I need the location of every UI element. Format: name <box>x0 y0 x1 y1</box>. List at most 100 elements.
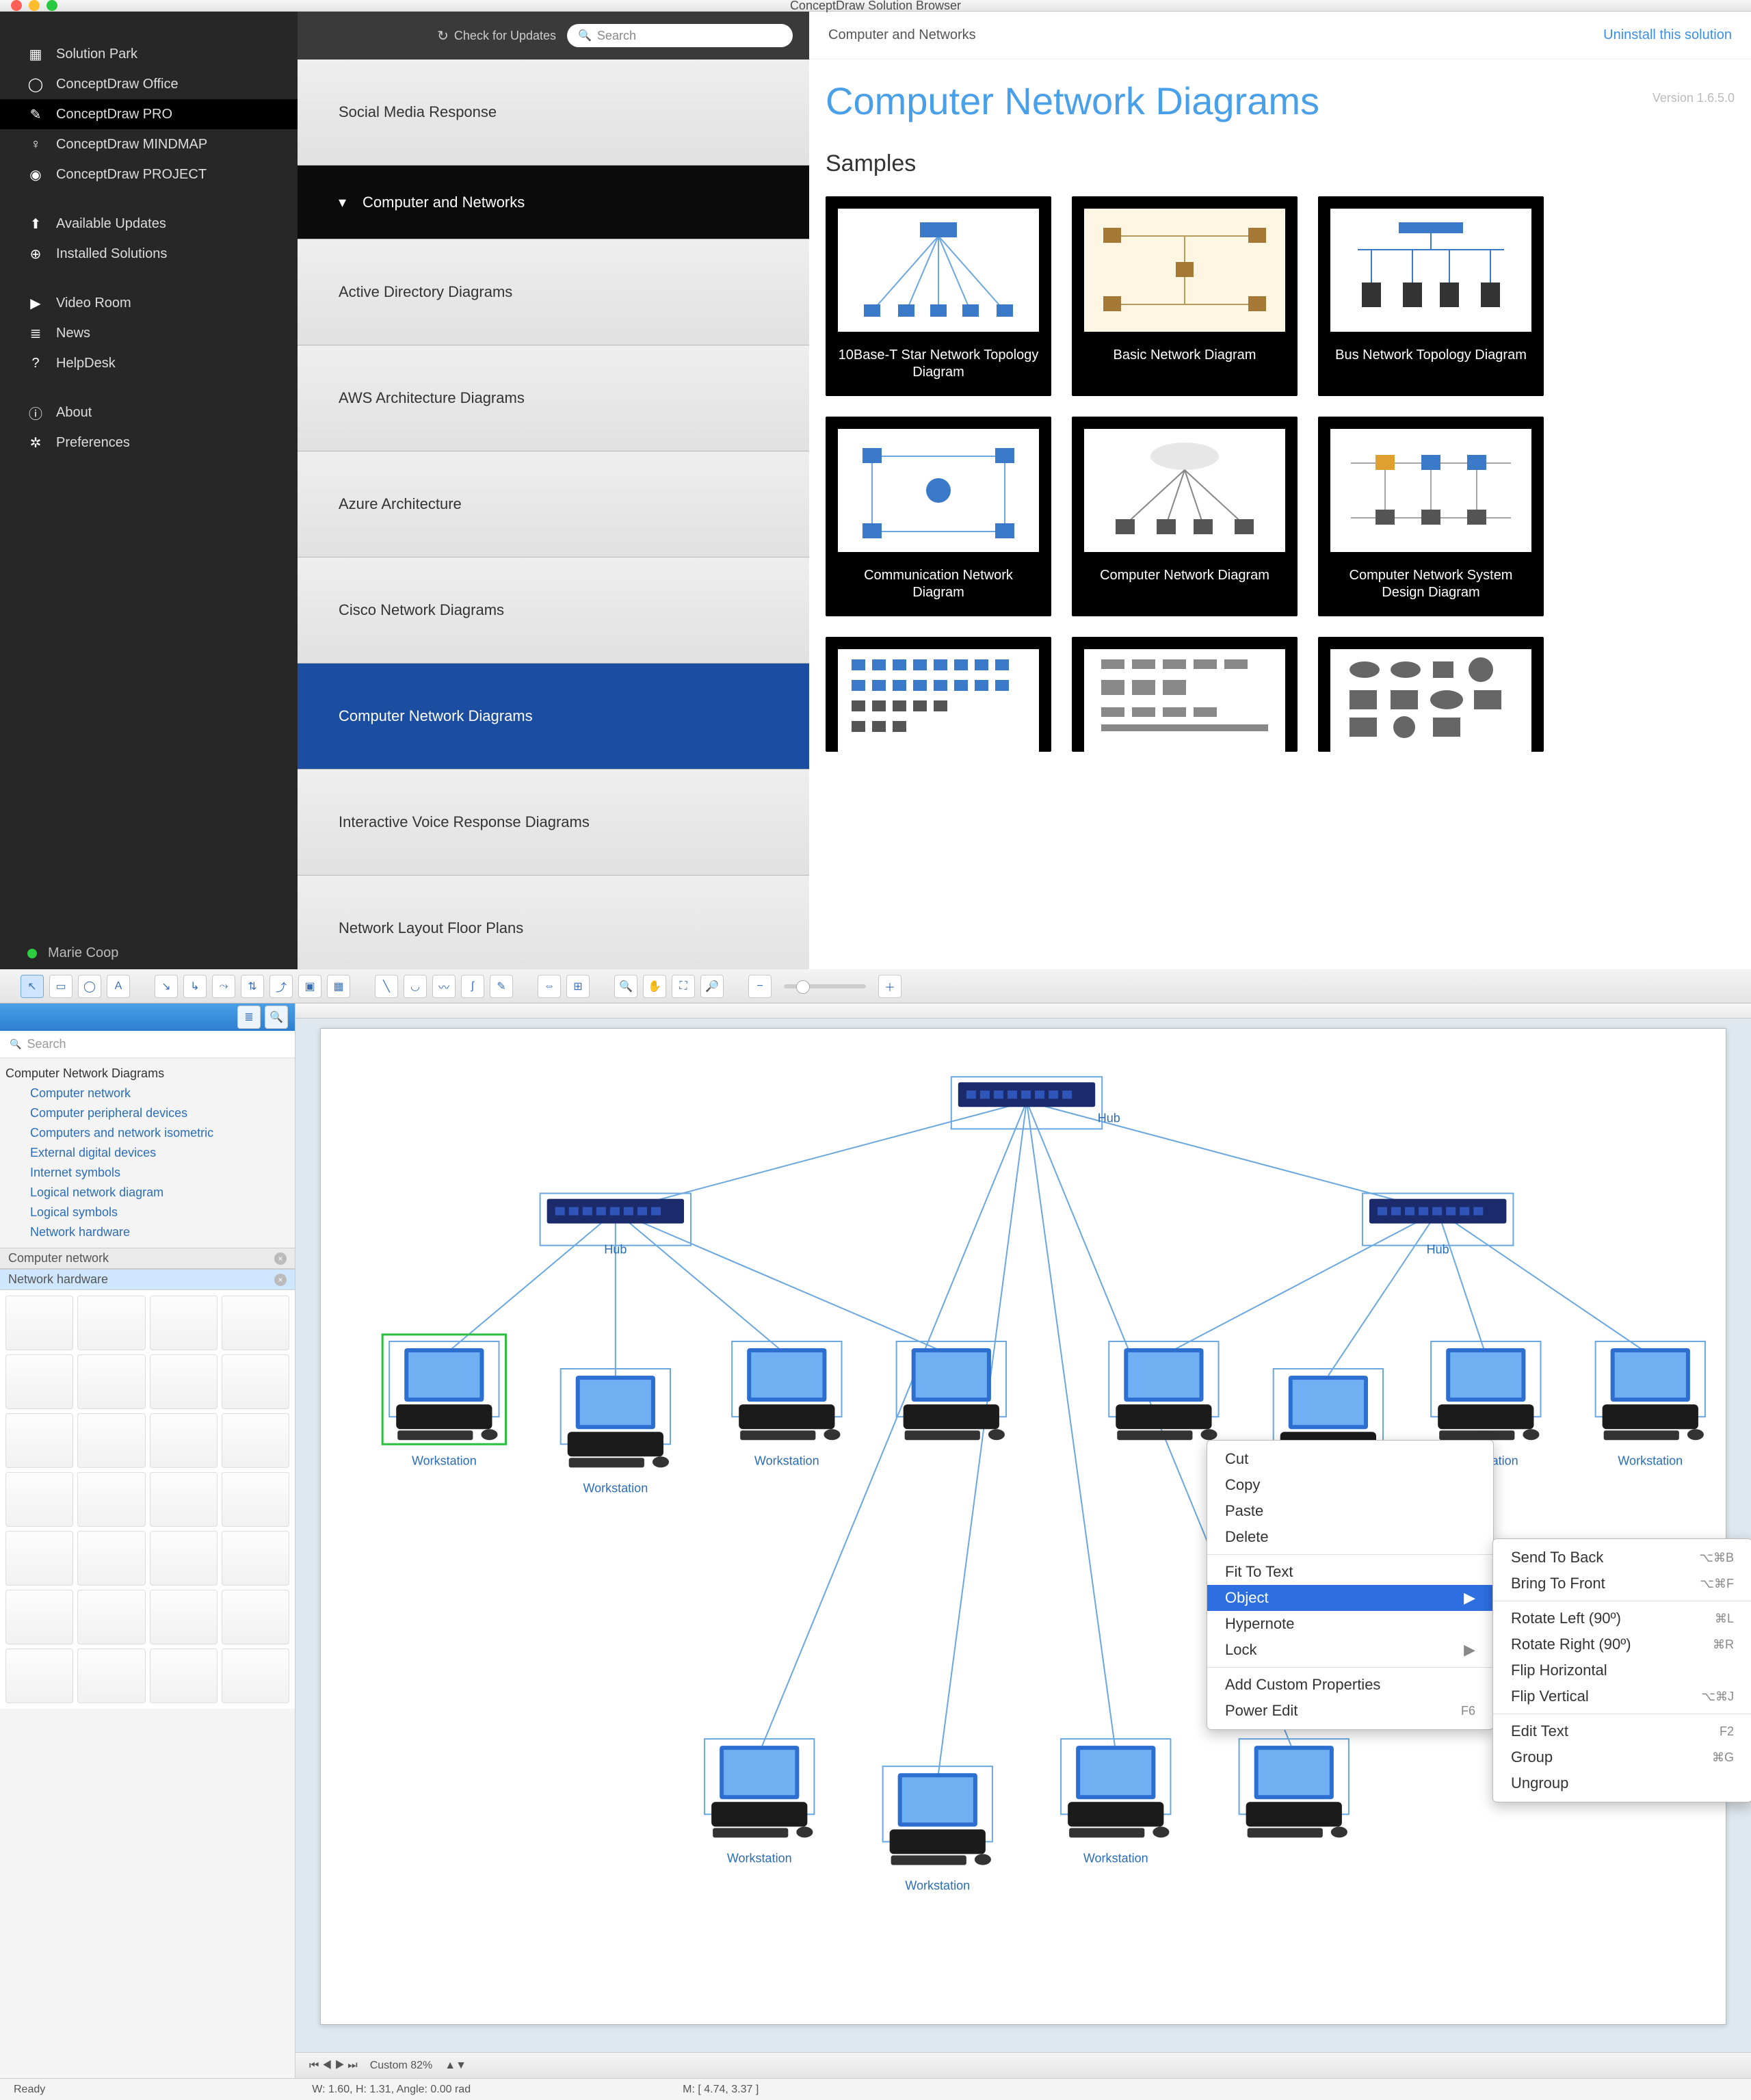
sub-group[interactable]: Group⌘G <box>1493 1744 1751 1770</box>
stencil[interactable] <box>77 1590 145 1644</box>
sub-flip-vertical[interactable]: Flip Vertical⌥⌘J <box>1493 1683 1751 1709</box>
nav-conceptdraw-office[interactable]: ◯ConceptDraw Office <box>0 69 298 99</box>
zoom-slider[interactable] <box>784 984 866 988</box>
minimize-window-button[interactable] <box>29 0 40 11</box>
list-item[interactable]: Active Directory Diagrams <box>298 239 809 345</box>
ctx-hypernote[interactable]: Hypernote <box>1207 1611 1493 1637</box>
connector-tool-button[interactable]: ↘ <box>155 975 178 998</box>
stencil[interactable] <box>5 1472 73 1527</box>
stencil[interactable] <box>5 1296 73 1350</box>
sub-bring-to-front[interactable]: Bring To Front⌥⌘F <box>1493 1571 1751 1597</box>
sample-card[interactable] <box>826 637 1051 752</box>
zoom-in-button[interactable]: ＋ <box>878 975 901 998</box>
sub-rotate-right[interactable]: Rotate Right (90º)⌘R <box>1493 1631 1751 1657</box>
tree-item[interactable]: Internet symbols <box>0 1163 295 1183</box>
check-updates-button[interactable]: Check for Updates <box>437 27 556 44</box>
zoom-out-button[interactable]: − <box>748 975 772 998</box>
ctx-cut[interactable]: Cut <box>1207 1446 1493 1472</box>
library-search-input[interactable]: Search <box>0 1031 295 1058</box>
stencil[interactable] <box>150 1649 218 1703</box>
list-category[interactable]: ▾Computer and Networks <box>298 166 809 239</box>
pan-tool-button[interactable]: ✋ <box>643 975 666 998</box>
stencil[interactable] <box>77 1472 145 1527</box>
connector2-tool-button[interactable]: ↳ <box>183 975 207 998</box>
tree-item[interactable]: Computer peripheral devices <box>0 1103 295 1123</box>
sub-send-to-back[interactable]: Send To Back⌥⌘B <box>1493 1545 1751 1571</box>
stencil[interactable] <box>5 1531 73 1586</box>
stencil[interactable] <box>222 1354 289 1409</box>
ctx-copy[interactable]: Copy <box>1207 1472 1493 1498</box>
nav-conceptdraw-mindmap[interactable]: ♀ConceptDraw MINDMAP <box>0 129 298 159</box>
zoom-stepper-icon[interactable]: ▲▼ <box>445 2060 466 2072</box>
list-item[interactable]: Cisco Network Diagrams <box>298 557 809 664</box>
sample-card[interactable]: Basic Network Diagram <box>1072 196 1298 396</box>
stencil[interactable] <box>5 1354 73 1409</box>
stencil[interactable] <box>77 1531 145 1586</box>
list-item[interactable]: Azure Architecture <box>298 451 809 557</box>
stencil[interactable] <box>150 1472 218 1527</box>
connector6-tool-button[interactable]: ▣ <box>298 975 321 998</box>
stencil[interactable] <box>150 1354 218 1409</box>
align-tool-button[interactable]: ⇔ <box>538 975 561 998</box>
nav-about[interactable]: ⓘAbout <box>0 397 298 428</box>
ellipse-tool-button[interactable]: ◯ <box>78 975 101 998</box>
tree-item[interactable]: Logical symbols <box>0 1203 295 1222</box>
ctx-power-edit[interactable]: Power EditF6 <box>1207 1698 1493 1724</box>
sub-flip-horizontal[interactable]: Flip Horizontal <box>1493 1657 1751 1683</box>
bezier-tool-button[interactable]: ∫ <box>461 975 484 998</box>
sample-card[interactable]: Bus Network Topology Diagram <box>1318 196 1544 396</box>
connector3-tool-button[interactable]: ⤳ <box>212 975 235 998</box>
sample-card[interactable]: Communication Network Diagram <box>826 417 1051 616</box>
nav-preferences[interactable]: ✲Preferences <box>0 428 298 458</box>
nav-news[interactable]: ≣News <box>0 318 298 348</box>
list-item[interactable]: Social Media Response <box>298 60 809 166</box>
stencil[interactable] <box>222 1296 289 1350</box>
zoom-fit-button[interactable]: ⛶ <box>672 975 695 998</box>
zoom-region-button[interactable]: 🔎 <box>700 975 724 998</box>
list-item[interactable]: Network Layout Floor Plans <box>298 876 809 982</box>
distribute-tool-button[interactable]: ⊞ <box>566 975 590 998</box>
library-section-header[interactable]: Network hardware× <box>0 1269 295 1290</box>
nav-installed-solutions[interactable]: ⊕Installed Solutions <box>0 239 298 269</box>
text-tool-button[interactable]: A <box>107 975 130 998</box>
stencil[interactable] <box>222 1531 289 1586</box>
stencil[interactable] <box>77 1296 145 1350</box>
ctx-delete[interactable]: Delete <box>1207 1524 1493 1550</box>
stencil[interactable] <box>5 1590 73 1644</box>
uninstall-link[interactable]: Uninstall this solution <box>1603 27 1732 43</box>
tree-item[interactable]: Computer network <box>0 1084 295 1103</box>
stencil[interactable] <box>150 1413 218 1468</box>
tree-item[interactable]: External digital devices <box>0 1143 295 1163</box>
polyline-tool-button[interactable]: 〰 <box>432 975 456 998</box>
tree-item[interactable]: Logical network diagram <box>0 1183 295 1203</box>
arc-tool-button[interactable]: ◡ <box>404 975 427 998</box>
list-item-selected[interactable]: Computer Network Diagrams <box>298 664 809 770</box>
page-nav[interactable]: ⏮ ◀ ▶ ⏭ <box>309 2060 358 2072</box>
ctx-paste[interactable]: Paste <box>1207 1498 1493 1524</box>
sub-ungroup[interactable]: Ungroup <box>1493 1770 1751 1796</box>
connector7-tool-button[interactable]: ▦ <box>327 975 350 998</box>
ctx-add-custom-properties[interactable]: Add Custom Properties <box>1207 1672 1493 1698</box>
search-input[interactable]: Search <box>567 24 793 47</box>
rect-tool-button[interactable]: ▭ <box>49 975 73 998</box>
tree-item[interactable]: Network hardware <box>0 1222 295 1242</box>
stencil[interactable] <box>5 1413 73 1468</box>
close-icon[interactable]: × <box>274 1252 287 1265</box>
list-item[interactable]: AWS Architecture Diagrams <box>298 345 809 451</box>
freehand-tool-button[interactable]: ✎ <box>490 975 513 998</box>
connector4-tool-button[interactable]: ⇅ <box>241 975 264 998</box>
sample-card[interactable]: Computer Network Diagram <box>1072 417 1298 616</box>
stencil[interactable] <box>222 1413 289 1468</box>
page[interactable]: Hub Hub Hub Workstation Workstation <box>320 1028 1726 2025</box>
nav-helpdesk[interactable]: ?HelpDesk <box>0 348 298 378</box>
line-tool-button[interactable]: ╲ <box>375 975 398 998</box>
library-list-button[interactable]: ≣ <box>237 1006 261 1029</box>
sample-card[interactable]: Computer Network System Design Diagram <box>1318 417 1544 616</box>
sample-card[interactable] <box>1072 637 1298 752</box>
stencil[interactable] <box>222 1472 289 1527</box>
list-item[interactable]: Interactive Voice Response Diagrams <box>298 770 809 876</box>
sample-card[interactable]: 10Base-T Star Network Topology Diagram <box>826 196 1051 396</box>
ctx-object[interactable]: Object▶ <box>1207 1585 1493 1611</box>
stencil[interactable] <box>77 1354 145 1409</box>
zoom-tool-button[interactable]: 🔍 <box>614 975 637 998</box>
